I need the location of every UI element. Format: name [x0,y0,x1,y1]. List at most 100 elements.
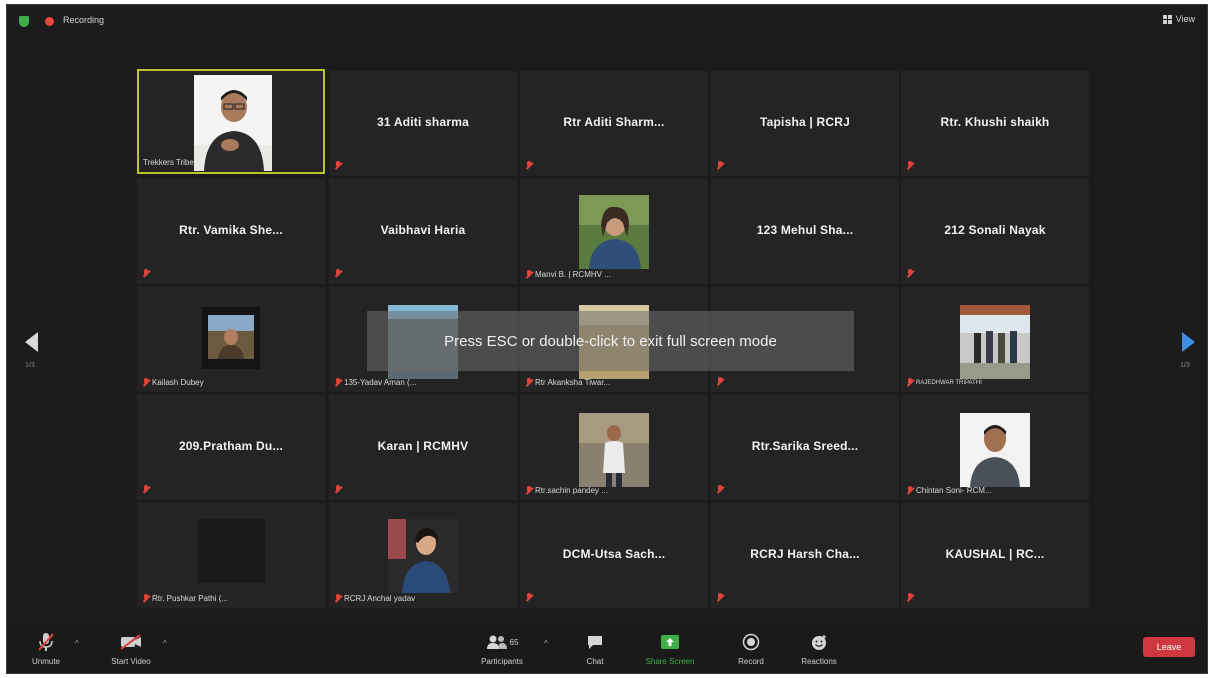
unmute-label: Unmute [31,657,60,666]
participant-name-text: Rtr. Pushkar Pathi (... [152,594,229,603]
mic-muted-icon [335,269,341,278]
participant-name-text: Manvi B. | RCMHV ... [535,270,611,279]
participant-name: Rtr. Vamika She... [179,223,283,237]
participant-tile[interactable]: RCRJ Harsh Cha... [711,503,899,608]
chat-icon [575,631,615,653]
video-options-chevron-icon[interactable]: ^ [163,639,167,648]
mic-muted-icon [143,378,149,387]
participant-tile[interactable]: KAUSHAL | RC... [901,503,1089,608]
participant-name-label: Rtr.sachin pandey ... [526,486,608,495]
participant-tile[interactable]: Vaibhavi Haria [329,179,517,284]
participant-tile[interactable]: Karan | RCMHV [329,395,517,500]
start-video-label: Start Video [111,657,151,666]
mic-muted-icon [526,593,532,602]
grid-icon [1162,14,1172,24]
mic-muted-icon [335,594,341,603]
participant-tile[interactable]: Trekkers Tribe [137,69,325,174]
participant-name-label: Kailash Dubey [143,378,204,387]
participant-tile[interactable]: Rtr. Pushkar Pathi (... [137,503,325,608]
participant-tile[interactable]: Manvi B. | RCMHV ... [520,179,708,284]
reactions-label: Reactions [801,657,837,666]
participant-tile[interactable]: Rtr.Sarika Sreed... [711,395,899,500]
participant-photo [388,519,458,593]
mic-muted-icon [717,593,723,602]
participant-name-label: Rtr Akanksha Tiwar... [526,378,610,387]
audio-options-chevron-icon[interactable]: ^ [75,639,79,648]
participant-photo [197,519,265,583]
video-off-icon [101,631,161,653]
mic-muted-icon [143,594,149,603]
participant-tile[interactable]: 31 Aditi sharma [329,71,517,176]
participant-photo [960,413,1030,487]
zoom-meeting-window: Recording View Trekkers Tribe 31 Aditi s… [6,4,1208,674]
participant-name-text: RCRJ Anchal yadav [344,594,416,603]
participants-count: 65 [509,637,519,647]
record-button[interactable]: Record [729,631,773,666]
mic-muted-icon [335,161,341,170]
participant-name: Vaibhavi Haria [380,223,466,237]
participants-icon: 65 [469,631,535,653]
share-screen-label: Share Screen [645,657,695,666]
reactions-button[interactable]: Reactions [793,631,845,666]
participant-tile[interactable]: Rtr Aditi Sharm... [520,71,708,176]
mic-muted-icon [717,377,723,386]
mic-muted-icon [526,486,532,495]
participant-video [194,75,272,171]
leave-button[interactable]: Leave [1143,637,1195,657]
mic-muted-icon [526,378,532,387]
participant-name: Rtr. Khushi shaikh [940,115,1050,129]
participant-name-label: Trekkers Tribe [143,158,194,167]
chat-label: Chat [586,657,604,666]
next-page-arrow-icon[interactable] [1182,332,1195,352]
participant-tile[interactable]: Rtr.sachin pandey ... [520,395,708,500]
participant-name: 212 Sonali Nayak [944,223,1046,237]
participant-name: 31 Aditi sharma [377,115,469,129]
participant-tile[interactable]: 123 Mehul Sha... [711,179,899,284]
participant-name-text: Rtr.sachin pandey ... [535,486,608,495]
share-screen-button[interactable]: Share Screen [635,631,705,666]
record-icon [729,631,773,653]
mic-muted-icon [907,486,913,495]
participant-photo [579,413,649,487]
participant-tile[interactable]: RAJEDHWAR TRIPATHI [901,287,1089,392]
start-video-button[interactable]: Start Video [101,631,161,666]
mic-muted-icon [907,378,913,387]
participant-name: 123 Mehul Sha... [756,223,854,237]
participant-name-label: 135-Yadav Aman (... [335,378,416,387]
participants-button[interactable]: 65 Participants [469,631,535,666]
participant-tile[interactable]: Kailash Dubey [137,287,325,392]
fullscreen-exit-hint: Press ESC or double-click to exit full s… [367,311,854,371]
shield-icon[interactable] [19,16,29,27]
participant-tile[interactable]: RCRJ Anchal yadav [329,503,517,608]
participant-tile[interactable]: Tapisha | RCRJ [711,71,899,176]
microphone-muted-icon [21,631,71,653]
mic-muted-icon [526,161,532,170]
mic-muted-icon [335,485,341,494]
participant-name-text: Rtr Akanksha Tiwar... [535,378,611,387]
participant-tile[interactable]: DCM-Utsa Sach... [520,503,708,608]
participants-options-chevron-icon[interactable]: ^ [544,639,548,648]
mic-muted-icon [717,161,723,170]
page-indicator-left: 1/3 [25,362,35,369]
participant-name: DCM-Utsa Sach... [562,547,666,561]
participant-tile[interactable]: Chintan Soni- RCM... [901,395,1089,500]
recording-icon [45,17,54,26]
unmute-button[interactable]: Unmute [21,631,71,666]
participant-photo [960,305,1030,379]
participant-name-label: RAJEDHWAR TRIPATHI [907,378,982,387]
view-label: View [1175,14,1195,24]
participant-tile[interactable]: 212 Sonali Nayak [901,179,1089,284]
participants-label: Participants [481,657,523,666]
mic-muted-icon [907,269,913,278]
participant-name: Karan | RCMHV [377,439,469,453]
participant-name: RCRJ Harsh Cha... [750,547,860,561]
previous-page-arrow-icon[interactable] [25,332,38,352]
view-button[interactable]: View [1162,14,1195,24]
chat-button[interactable]: Chat [575,631,615,666]
participant-tile[interactable]: Rtr. Khushi shaikh [901,71,1089,176]
participant-name: Tapisha | RCRJ [760,115,850,129]
participant-tile[interactable]: 209.Pratham Du... [137,395,325,500]
participant-name-label: Manvi B. | RCMHV ... [526,270,611,279]
participant-tile[interactable]: Rtr. Vamika She... [137,179,325,284]
meeting-toolbar: Unmute ^ Start Video ^ 65 Participants ^… [7,625,1207,673]
